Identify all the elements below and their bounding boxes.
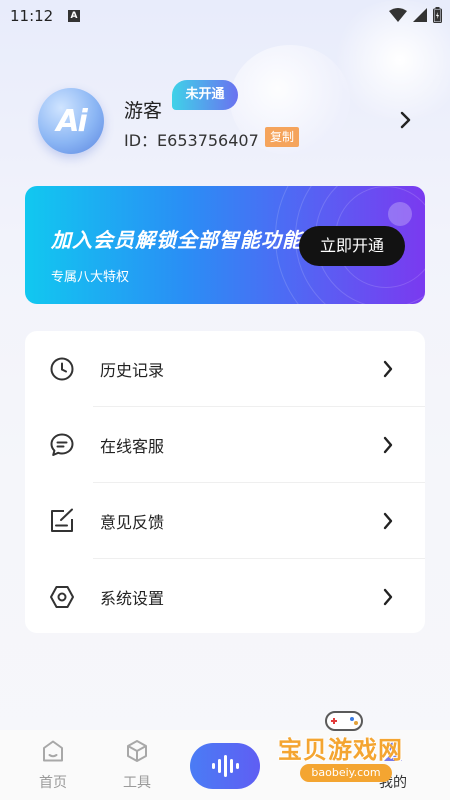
chevron-right-icon — [383, 360, 393, 378]
menu-item-label: 历史记录 — [100, 361, 165, 380]
signal-icon — [413, 8, 427, 22]
username: 游客 — [124, 100, 163, 122]
chat-bubble-icon — [50, 433, 74, 456]
status-bar: 11:12 A — [0, 0, 450, 32]
watermark: 宝贝游戏网 baobeiy.com — [272, 700, 448, 790]
menu-card: 历史记录 在线客服 意见反馈 系统设置 — [25, 331, 425, 633]
status-time: 11:12 — [10, 7, 54, 25]
clock-icon — [50, 357, 74, 381]
banner-decor — [388, 202, 412, 226]
menu-item-feedback[interactable]: 意见反馈 — [25, 483, 425, 559]
edit-note-icon — [51, 508, 73, 532]
profile-chevron-right-icon[interactable] — [400, 110, 412, 130]
avatar[interactable]: Ai — [38, 88, 104, 154]
banner-subtitle: 专属八大特权 — [51, 270, 130, 285]
chevron-right-icon — [383, 512, 393, 530]
wifi-icon — [389, 8, 407, 22]
hexagon-settings-icon — [50, 586, 74, 608]
nav-label: 工具 — [123, 775, 151, 791]
copy-id-button[interactable]: 复制 — [265, 127, 300, 147]
banner-title: 加入会员解锁全部智能功能 — [51, 228, 303, 252]
notification-icon: A — [68, 10, 80, 22]
watermark-url: baobeiy.com — [300, 764, 392, 782]
watermark-text: 宝贝游戏网 — [278, 736, 403, 764]
user-id: ID：E653756407 — [124, 131, 259, 150]
nav-item-tools[interactable]: 工具 — [107, 738, 167, 792]
vip-banner[interactable]: 加入会员解锁全部智能功能 专属八大特权 立即开通 — [25, 186, 425, 304]
voice-wave-icon — [212, 755, 239, 777]
battery-icon — [433, 7, 442, 23]
chevron-right-icon — [383, 436, 393, 454]
status-icons — [389, 7, 442, 23]
nav-item-home[interactable]: 首页 — [23, 738, 83, 792]
chevron-right-icon — [383, 588, 393, 606]
vip-status-badge: 未开通 — [172, 80, 238, 110]
voice-button[interactable] — [190, 743, 260, 789]
activate-vip-button[interactable]: 立即开通 — [299, 226, 405, 266]
menu-item-label: 在线客服 — [100, 437, 165, 456]
home-icon — [43, 740, 63, 762]
menu-item-customer-service[interactable]: 在线客服 — [25, 407, 425, 483]
menu-item-label: 系统设置 — [100, 589, 165, 608]
cube-icon — [127, 740, 147, 762]
menu-item-history[interactable]: 历史记录 — [25, 331, 425, 407]
menu-item-settings[interactable]: 系统设置 — [25, 559, 425, 635]
avatar-logo-text: Ai — [56, 103, 87, 139]
menu-item-label: 意见反馈 — [100, 513, 165, 532]
nav-label: 首页 — [39, 775, 67, 791]
